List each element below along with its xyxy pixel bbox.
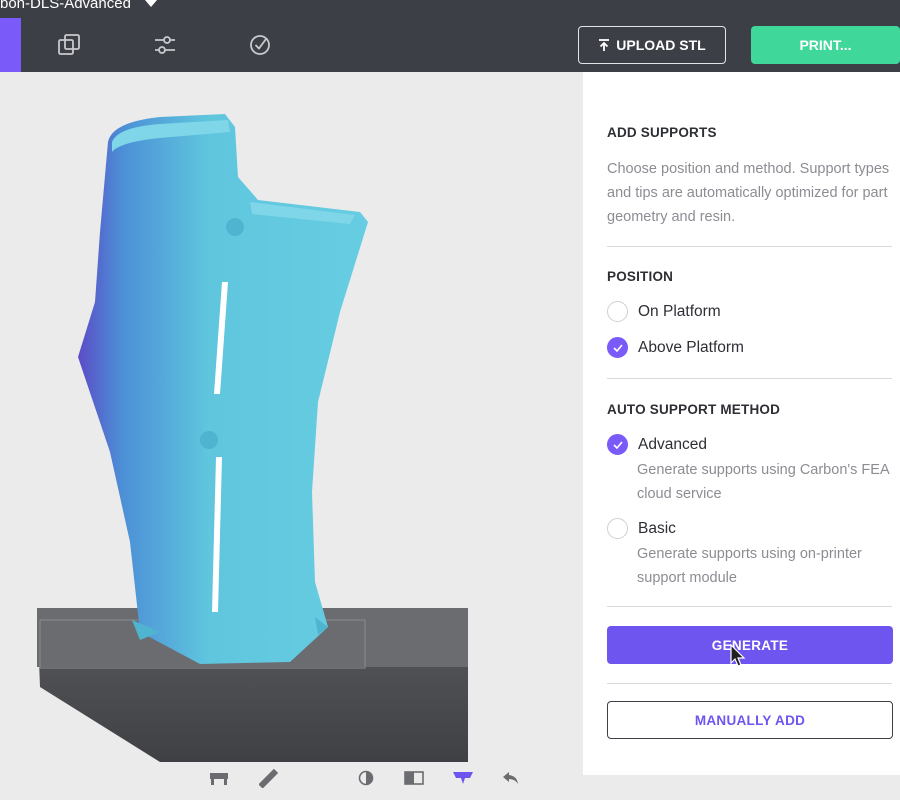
check-icon bbox=[612, 440, 623, 449]
split-view-icon[interactable] bbox=[400, 764, 428, 792]
undo-icon[interactable] bbox=[497, 764, 525, 792]
advanced-label: Advanced bbox=[638, 435, 707, 453]
radio-button-checked[interactable] bbox=[607, 434, 628, 455]
active-section-indicator bbox=[0, 18, 21, 72]
generate-button[interactable]: GENERATE bbox=[607, 626, 893, 664]
advanced-description: Generate supports using Carbon's FEA clo… bbox=[637, 462, 889, 502]
project-title: bon-DLS-Advanced bbox=[0, 0, 131, 12]
layers-icon[interactable] bbox=[52, 28, 86, 62]
divider bbox=[607, 246, 892, 247]
model-render bbox=[37, 114, 468, 762]
divider bbox=[607, 378, 892, 379]
sliders-icon[interactable] bbox=[148, 28, 182, 62]
add-supports-description: Choose position and method. Support type… bbox=[607, 161, 890, 225]
check-badge-icon[interactable] bbox=[243, 28, 277, 62]
view-toolbar bbox=[205, 764, 535, 794]
platform-view-icon[interactable] bbox=[205, 764, 233, 792]
generate-label: GENERATE bbox=[711, 637, 789, 653]
chevron-down-icon bbox=[144, 0, 157, 7]
top-bar: bon-DLS-Advanced UPLOAD STL PRINT... bbox=[0, 0, 900, 72]
upload-stl-button[interactable]: UPLOAD STL bbox=[578, 26, 726, 64]
supports-icon[interactable] bbox=[449, 764, 477, 792]
basic-description: Generate supports using on-printer suppo… bbox=[637, 546, 862, 586]
auto-support-method-title: AUTO SUPPORT METHOD bbox=[607, 402, 781, 417]
divider bbox=[607, 683, 892, 684]
upload-stl-label: UPLOAD STL bbox=[616, 37, 706, 53]
check-icon bbox=[612, 343, 623, 352]
print-label: PRINT... bbox=[799, 37, 852, 53]
on-platform-label: On Platform bbox=[638, 302, 721, 320]
add-supports-title: ADD SUPPORTS bbox=[607, 125, 717, 140]
orient-icon[interactable] bbox=[352, 764, 380, 792]
divider bbox=[607, 606, 892, 607]
print-button[interactable]: PRINT... bbox=[751, 26, 900, 64]
3d-part-model bbox=[78, 114, 368, 664]
radio-basic[interactable]: Basic bbox=[607, 518, 676, 539]
position-title: POSITION bbox=[607, 269, 674, 284]
upload-icon bbox=[599, 38, 610, 51]
radio-button[interactable] bbox=[607, 301, 628, 322]
basic-label: Basic bbox=[638, 519, 676, 537]
radio-advanced[interactable]: Advanced bbox=[607, 434, 707, 455]
radio-on-platform[interactable]: On Platform bbox=[607, 301, 721, 322]
radio-button-checked[interactable] bbox=[607, 337, 628, 358]
supports-panel: ADD SUPPORTS Choose position and method.… bbox=[583, 72, 900, 775]
above-platform-label: Above Platform bbox=[638, 338, 744, 356]
mouse-cursor-icon bbox=[730, 644, 746, 667]
manually-add-button[interactable]: MANUALLY ADD bbox=[607, 701, 893, 739]
3d-viewport[interactable] bbox=[0, 72, 583, 800]
radio-above-platform[interactable]: Above Platform bbox=[607, 337, 744, 358]
project-title-dropdown[interactable]: bon-DLS-Advanced bbox=[0, 0, 157, 13]
ruler-icon[interactable] bbox=[255, 764, 283, 792]
radio-button[interactable] bbox=[607, 518, 628, 539]
manually-add-label: MANUALLY ADD bbox=[694, 712, 806, 728]
